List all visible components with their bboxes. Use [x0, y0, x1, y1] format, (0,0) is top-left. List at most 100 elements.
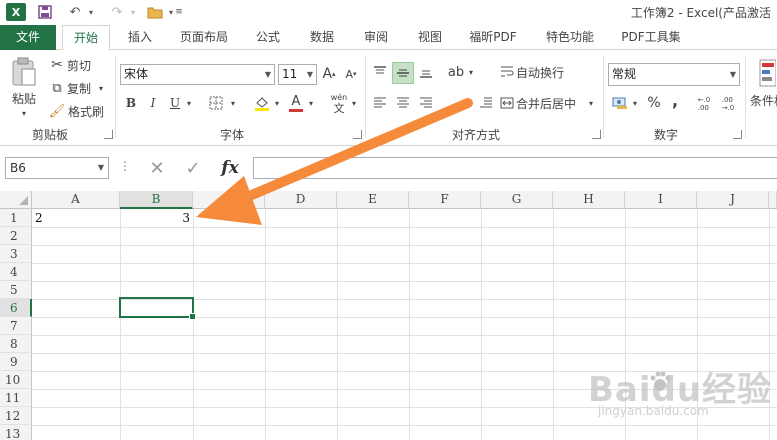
borders-dropdown-icon[interactable]: ▾	[228, 93, 238, 113]
accounting-dropdown-icon[interactable]: ▾	[630, 93, 640, 113]
decrease-font-icon[interactable]: A ▾	[342, 64, 360, 84]
tab-page-layout[interactable]: 页面布局	[172, 25, 236, 50]
tab-special-features[interactable]: 特色功能	[538, 25, 602, 50]
increase-font-icon[interactable]: A ▴	[320, 64, 338, 84]
select-all-button[interactable]	[0, 191, 32, 209]
row-header-2[interactable]: 2	[0, 227, 32, 245]
increase-decimal-button[interactable]: ←.0 .00	[694, 93, 714, 115]
selected-cell-b6[interactable]	[119, 297, 196, 320]
undo-dropdown-icon[interactable]: ▾	[86, 3, 96, 21]
tab-review[interactable]: 审阅	[356, 25, 396, 50]
format-painter-button[interactable]: 格式刷	[66, 102, 106, 120]
row-header-9[interactable]: 9	[0, 353, 32, 371]
paste-dropdown-icon[interactable]: ▾	[14, 108, 34, 118]
conditional-formatting-button[interactable]: 条件格	[750, 92, 777, 108]
paste-icon[interactable]	[8, 56, 40, 88]
column-header-k[interactable]	[769, 191, 777, 209]
column-header-e[interactable]: E	[337, 191, 409, 209]
tab-view[interactable]: 视图	[410, 25, 450, 50]
tab-pdf-tools[interactable]: PDF工具集	[614, 25, 688, 50]
row-header-8[interactable]: 8	[0, 335, 32, 353]
merge-center-button[interactable]: 合并后居中	[516, 93, 584, 113]
font-size-select[interactable]: 11 ▼	[278, 64, 317, 85]
row-header-7[interactable]: 7	[0, 317, 32, 335]
percent-button[interactable]: %	[644, 93, 664, 113]
clipboard-launcher-icon[interactable]	[104, 130, 113, 139]
row-header-12[interactable]: 12	[0, 407, 32, 425]
tab-home[interactable]: 开始	[62, 25, 110, 51]
undo-icon[interactable]: ↶	[64, 3, 86, 21]
align-right-icon[interactable]	[416, 93, 436, 113]
save-icon[interactable]	[36, 3, 54, 21]
orientation-dropdown-icon[interactable]: ▾	[466, 62, 476, 82]
tab-foxit-pdf[interactable]: 福昕PDF	[462, 25, 524, 50]
bold-icon[interactable]: B	[122, 93, 140, 113]
comma-button[interactable]: ,	[668, 90, 682, 110]
tab-data[interactable]: 数据	[302, 25, 342, 50]
wrap-text-button[interactable]: 自动换行	[516, 62, 572, 82]
copy-dropdown-icon[interactable]: ▾	[96, 79, 106, 97]
font-name-select[interactable]: 宋体 ▼	[120, 64, 275, 85]
column-header-i[interactable]: I	[625, 191, 697, 209]
underline-dropdown-icon[interactable]: ▾	[184, 93, 194, 113]
orientation-icon[interactable]: ab	[446, 62, 466, 82]
font-color-icon[interactable]: A	[286, 93, 306, 113]
merge-dropdown-icon[interactable]: ▾	[586, 93, 596, 113]
redo-icon[interactable]: ↷	[106, 3, 128, 21]
font-color-dropdown-icon[interactable]: ▾	[306, 93, 316, 113]
increase-indent-icon[interactable]	[476, 93, 496, 113]
row-header-3[interactable]: 3	[0, 245, 32, 263]
accounting-format-icon[interactable]	[610, 93, 630, 113]
column-header-b[interactable]: B	[120, 191, 193, 209]
underline-icon[interactable]: U	[166, 93, 184, 113]
italic-icon[interactable]: I	[144, 93, 162, 113]
conditional-formatting-icon[interactable]	[757, 56, 777, 90]
column-header-f[interactable]: F	[409, 191, 481, 209]
tab-formulas[interactable]: 公式	[248, 25, 288, 50]
column-header-c[interactable]: C	[193, 191, 265, 209]
insert-function-icon[interactable]: fx	[214, 155, 246, 181]
align-top-icon[interactable]	[370, 62, 390, 82]
row-header-6[interactable]: 6	[0, 299, 32, 317]
column-header-g[interactable]: G	[481, 191, 553, 209]
copy-button[interactable]: 复制	[66, 79, 92, 97]
tab-file[interactable]: 文件	[0, 25, 56, 50]
confirm-entry-icon[interactable]: ✓	[178, 155, 208, 181]
paste-button[interactable]: 粘贴	[6, 90, 42, 106]
phonetic-dropdown-icon[interactable]: ▾	[350, 93, 358, 113]
cut-button[interactable]: 剪切	[66, 56, 92, 74]
cancel-entry-icon[interactable]: ✕	[142, 155, 172, 181]
decrease-decimal-button[interactable]: .00 →.0	[718, 93, 738, 115]
alignment-launcher-icon[interactable]	[592, 130, 601, 139]
row-header-1[interactable]: 1	[0, 209, 32, 227]
phonetic-icon[interactable]: wén 文	[328, 90, 350, 116]
number-format-select[interactable]: 常规 ▼	[608, 63, 740, 86]
column-header-a[interactable]: A	[32, 191, 120, 209]
name-box[interactable]: B6 ▼	[5, 157, 109, 179]
align-left-icon[interactable]	[370, 93, 390, 113]
font-launcher-icon[interactable]	[353, 130, 362, 139]
column-header-h[interactable]: H	[553, 191, 625, 209]
row-header-13[interactable]: 13	[0, 425, 32, 440]
row-header-11[interactable]: 11	[0, 389, 32, 407]
tab-insert[interactable]: 插入	[120, 25, 160, 50]
align-middle-icon[interactable]	[392, 62, 414, 84]
column-header-d[interactable]: D	[265, 191, 337, 209]
row-header-4[interactable]: 4	[0, 263, 32, 281]
cell-a1[interactable]: 2	[35, 209, 115, 227]
align-bottom-icon[interactable]	[416, 62, 436, 82]
formula-input[interactable]	[253, 157, 777, 179]
borders-icon[interactable]	[206, 93, 226, 113]
cell-b1[interactable]: 3	[122, 209, 190, 227]
fill-color-dropdown-icon[interactable]: ▾	[272, 93, 282, 113]
row-header-5[interactable]: 5	[0, 281, 32, 299]
redo-dropdown-icon[interactable]: ▾	[128, 3, 138, 21]
align-center-icon[interactable]	[393, 93, 413, 113]
customize-qat-icon[interactable]: ≡	[174, 3, 184, 21]
number-launcher-icon[interactable]	[733, 130, 742, 139]
fill-color-icon[interactable]	[252, 93, 272, 113]
row-header-10[interactable]: 10	[0, 371, 32, 389]
formula-bar-grip-icon[interactable]: ⋮	[119, 159, 131, 173]
open-folder-icon[interactable]	[144, 3, 166, 21]
column-header-j[interactable]: J	[697, 191, 769, 209]
